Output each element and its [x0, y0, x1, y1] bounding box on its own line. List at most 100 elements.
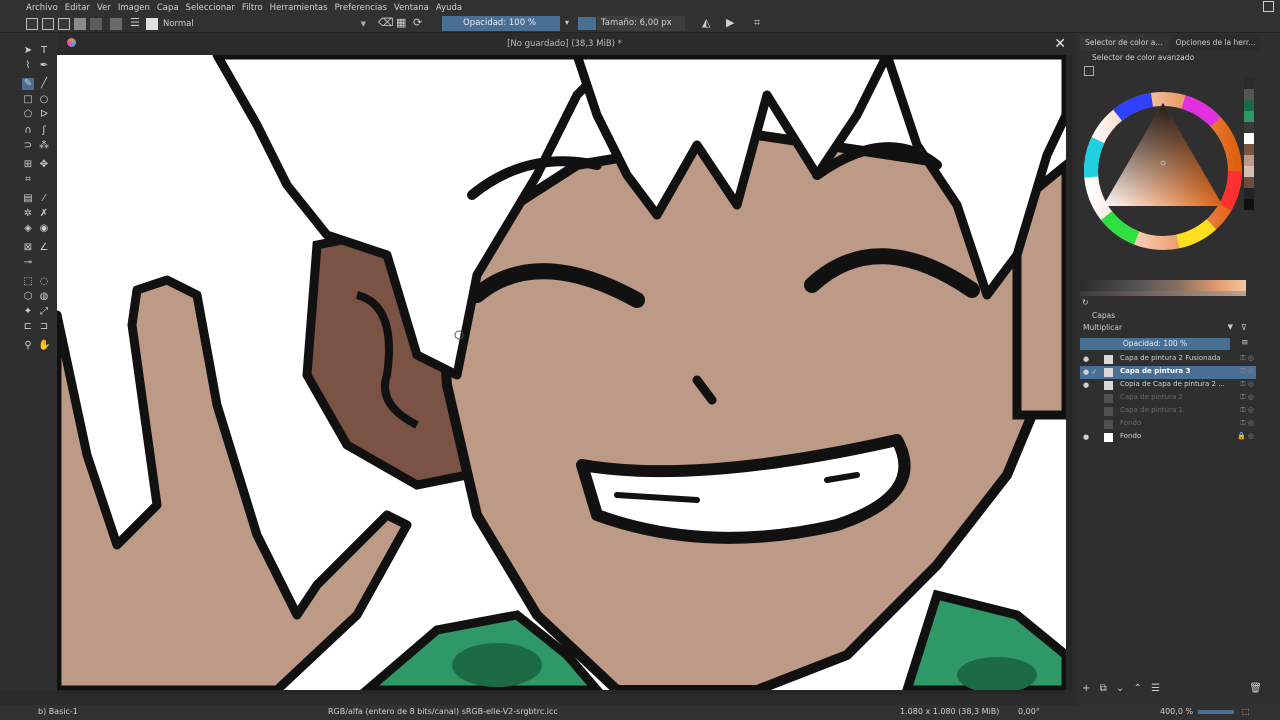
workspace-icon[interactable]	[1263, 1, 1274, 12]
freehand-path-icon[interactable]: ʃ	[38, 125, 50, 137]
pan-tool-icon[interactable]: ✋	[38, 340, 50, 352]
measure-tool-icon[interactable]: ∠	[38, 242, 50, 254]
tab-tool-options[interactable]: Opciones de la herr...	[1170, 35, 1261, 51]
layer-options-icon[interactable]: ≡	[1241, 338, 1249, 348]
edit-brush-icon[interactable]	[146, 18, 158, 30]
polygon-tool-icon[interactable]: ⬠	[22, 109, 34, 121]
mirror-horizontal-icon[interactable]: ◭	[702, 16, 710, 29]
drawing-canvas[interactable]	[57, 55, 1066, 690]
menu-filtro[interactable]: Filtro	[242, 3, 263, 13]
layer-lock-icon[interactable]: ⚿ ◎	[1240, 367, 1254, 376]
menu-ventana[interactable]: Ventana	[394, 3, 429, 13]
text-tool-icon[interactable]: T	[38, 45, 50, 57]
ellipse-select-icon[interactable]: ◌	[38, 276, 50, 288]
menu-preferencias[interactable]: Preferencias	[335, 3, 387, 13]
color-history-palette[interactable]	[1244, 78, 1254, 248]
layer-row[interactable]: ● Fondo 🔒 ◎	[1080, 431, 1256, 444]
similar-select-icon[interactable]: ⤢	[38, 306, 50, 318]
layer-row[interactable]: Fondo ⚿ ◎	[1080, 418, 1256, 431]
save-document-icon[interactable]	[58, 18, 70, 30]
close-icon[interactable]: ✕	[1054, 36, 1066, 52]
rotation-value[interactable]: 0,00°	[1018, 707, 1040, 716]
menu-editar[interactable]: Editar	[65, 3, 90, 13]
layer-lock-icon[interactable]: ⚿ ◎	[1240, 419, 1254, 428]
layer-blend-mode-select[interactable]: Multiplicar ▼	[1080, 323, 1235, 335]
move-up-icon[interactable]: ⌃	[1133, 683, 1141, 694]
layer-lock-icon[interactable]: ⚿ ◎	[1240, 380, 1254, 389]
layer-row[interactable]: Capa de pintura 1 ⚿ ◎	[1080, 405, 1256, 418]
freehand-select-icon[interactable]: ◍	[38, 291, 50, 303]
dynamic-brush-icon[interactable]: ⊃	[22, 140, 34, 152]
layer-lock-icon[interactable]: ⚿ ◎	[1240, 393, 1254, 402]
layer-row[interactable]: Capa de pintura 2 ⚿ ◎	[1080, 392, 1256, 405]
layer-row[interactable]: ● Copia de Capa de pintura 2 ... ⚿ ◎	[1080, 379, 1256, 392]
canvas-vertical-scrollbar[interactable]	[1066, 55, 1072, 690]
layer-row-selected[interactable]: ● ✓ Capa de pintura 3 ⚿ ◎	[1080, 366, 1256, 379]
select-shapes-icon[interactable]: ➤	[22, 45, 34, 57]
smart-patch-icon[interactable]: ✗	[38, 208, 50, 220]
rect-select-icon[interactable]: ⬚	[22, 276, 34, 288]
filter-icon[interactable]: ⊽	[1241, 323, 1247, 332]
transform-tool-icon[interactable]: ⊞	[22, 159, 34, 171]
delete-layer-icon[interactable]: 🗑	[1249, 683, 1262, 694]
layer-row[interactable]: ● Capa de pintura 2 Fusionada ⚿ ◎	[1080, 353, 1256, 366]
brush-preset-icon[interactable]	[110, 18, 122, 30]
duplicate-layer-icon[interactable]: ⧉	[1100, 683, 1107, 694]
preserve-alpha-icon[interactable]: ▦	[396, 16, 406, 29]
enclose-fill-icon[interactable]: ◉	[38, 223, 50, 235]
selector-settings-icon[interactable]	[1084, 66, 1094, 76]
crop-tool-icon[interactable]: ⌗	[22, 174, 34, 186]
freehand-brush-icon[interactable]: ✎	[22, 78, 34, 90]
polygon-select-icon[interactable]: ⬡	[22, 291, 34, 303]
line-tool-icon[interactable]: ╱	[38, 78, 50, 90]
minimal-shade-selector[interactable]	[1080, 291, 1246, 296]
menu-herramientas[interactable]: Herramientas	[270, 3, 328, 13]
menu-ayuda[interactable]: Ayuda	[436, 3, 462, 13]
opacity-slider[interactable]: Opacidad: 100 %	[442, 16, 560, 31]
eye-icon[interactable]: ●	[1083, 381, 1089, 389]
zoom-value[interactable]: 400,0 %	[1160, 707, 1193, 716]
eye-icon[interactable]: ●	[1083, 433, 1089, 441]
add-layer-icon[interactable]: +	[1082, 683, 1090, 694]
edit-shapes-icon[interactable]: ⌇	[22, 60, 34, 72]
assistant-tool-icon[interactable]: ⊠	[22, 242, 34, 254]
polyline-tool-icon[interactable]: ᐅ	[38, 109, 50, 121]
gradient-swatch-icon[interactable]	[74, 18, 86, 30]
fullscreen-icon[interactable]: ⬚	[1242, 707, 1250, 716]
calligraphy-icon[interactable]: ✒	[38, 60, 50, 72]
layer-opacity-slider[interactable]: Opacidad: 100 %	[1080, 338, 1230, 350]
layer-properties-icon[interactable]: ☰	[1151, 683, 1160, 694]
zoom-tool-icon[interactable]: ⚲	[22, 340, 34, 352]
reference-tool-icon[interactable]: ⊸	[22, 257, 34, 269]
color-wheel[interactable]	[1080, 88, 1246, 254]
gradient-tool-icon[interactable]: ▤	[22, 193, 34, 205]
eye-icon[interactable]: ●	[1083, 355, 1089, 363]
rectangle-tool-icon[interactable]: □	[22, 94, 34, 106]
contiguous-select-icon[interactable]: ✦	[22, 306, 34, 318]
reset-icon[interactable]: ↻	[1082, 298, 1089, 307]
blend-mode-select[interactable]: Normal ▼	[160, 17, 370, 31]
menu-ver[interactable]: Ver	[97, 3, 111, 13]
opacity-dropdown-icon[interactable]: ▾	[565, 18, 569, 27]
mirror-vertical-icon[interactable]: ▶	[726, 16, 734, 29]
pattern-swatch-icon[interactable]	[90, 18, 102, 30]
layer-lock-icon[interactable]: ⚿ ◎	[1240, 354, 1254, 363]
magnetic-select-icon[interactable]: ⊐	[38, 321, 50, 333]
brush-settings-icon[interactable]: ☰	[130, 16, 140, 29]
colorize-mask-icon[interactable]: ✲	[22, 208, 34, 220]
size-color-swatch[interactable]	[578, 17, 596, 30]
menu-archivo[interactable]: Archivo	[26, 3, 58, 13]
zoom-slider[interactable]	[1198, 710, 1234, 714]
reload-preset-icon[interactable]: ⟳	[413, 16, 422, 29]
menu-seleccionar[interactable]: Seleccionar	[186, 3, 235, 13]
new-document-icon[interactable]	[26, 18, 38, 30]
bezier-tool-icon[interactable]: ∩	[22, 125, 34, 137]
multibrush-icon[interactable]: ⁂	[38, 140, 50, 152]
ellipse-tool-icon[interactable]: ○	[38, 94, 50, 106]
wrap-around-icon[interactable]: ⌗	[754, 16, 760, 30]
eraser-icon[interactable]: ⌫	[378, 16, 394, 29]
menu-imagen[interactable]: Imagen	[118, 3, 150, 13]
layer-lock-icon[interactable]: ⚿ ◎	[1240, 406, 1254, 415]
move-down-icon[interactable]: ⌄	[1116, 683, 1124, 694]
move-tool-icon[interactable]: ✥	[38, 159, 50, 171]
